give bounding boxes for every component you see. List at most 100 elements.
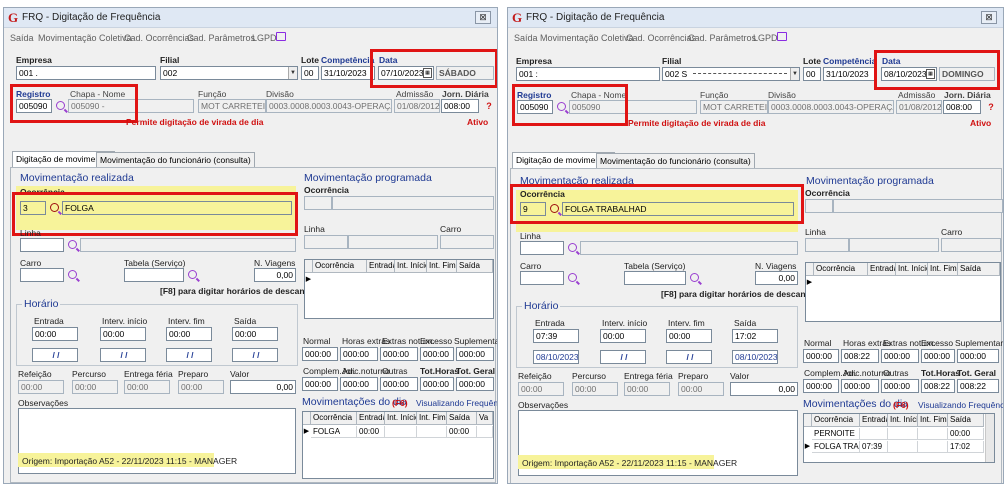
tab-movimentacao-consulta[interactable]: Movimentação do funcionário (consulta)	[96, 152, 255, 168]
menu-movimentacao-coletiva[interactable]: Movimentação Coletiva	[540, 33, 634, 43]
chevron-down-icon[interactable]: ▼	[790, 68, 799, 80]
intini-field[interactable]: 00:00	[100, 327, 146, 341]
filial-select[interactable]: 002 ▼	[160, 66, 298, 80]
intini-field[interactable]: 00:00	[600, 329, 646, 343]
lote-field[interactable]: 00	[301, 66, 319, 80]
empresa-field[interactable]: 001 :	[516, 67, 660, 81]
menu-cad-ocorrencias[interactable]: Cad. Ocorrências	[124, 33, 194, 43]
search-icon[interactable]	[568, 243, 577, 252]
tabela-field[interactable]	[124, 268, 184, 282]
table-cell[interactable]: 00:00	[357, 426, 385, 438]
search-icon[interactable]	[568, 273, 577, 282]
entrada-field[interactable]: 00:00	[32, 327, 78, 341]
intfim-date-field[interactable]: / /	[666, 350, 712, 364]
preparo-field: 00:00	[178, 380, 224, 394]
carro-field[interactable]	[20, 268, 64, 282]
entrada-date-field[interactable]: / /	[32, 348, 78, 362]
menu-movimentacao-coletiva[interactable]: Movimentação Coletiva	[38, 33, 132, 43]
menu-cad-parametros[interactable]: Cad. Parâmetros	[688, 33, 756, 43]
close-button[interactable]: ⊠	[981, 11, 997, 24]
linha-desc-field	[80, 238, 296, 252]
table-cell[interactable]	[888, 428, 918, 440]
table-cell[interactable]	[417, 426, 447, 438]
grid-header: Int. Fim	[918, 414, 948, 427]
lote-field[interactable]: 00	[803, 67, 821, 81]
menu-saida[interactable]: Saída	[514, 33, 538, 43]
entrada-field[interactable]: 07:39	[533, 329, 579, 343]
registro-highlight	[10, 84, 138, 123]
menu-cad-ocorrencias[interactable]: Cad. Ocorrências	[626, 33, 696, 43]
search-icon[interactable]	[690, 273, 699, 282]
nviagens-field[interactable]: 0,00	[755, 271, 798, 285]
saida-date-field[interactable]: / /	[232, 348, 278, 362]
table-cell[interactable]: 07:39	[860, 441, 888, 453]
visualizando-link[interactable]: Visualizando Frequência	[918, 400, 1003, 410]
competencia-field[interactable]: 31/10/2023	[823, 67, 877, 81]
table-cell[interactable]	[477, 426, 493, 438]
menu-cad-parametros[interactable]: Cad. Parâmetros	[187, 33, 255, 43]
intini-date-field[interactable]: / /	[600, 350, 646, 364]
tot-suplementar-field: 000:00	[957, 349, 999, 363]
mov-programada-heading: Movimentação programada	[806, 175, 934, 187]
table-cell[interactable]: FOLGA TRABA	[812, 441, 860, 453]
intini-date-field[interactable]: / /	[100, 348, 146, 362]
grid-indicator-header	[806, 263, 814, 276]
jorn-field[interactable]: 008:00	[441, 99, 479, 113]
jorn-field[interactable]: 008:00	[943, 100, 981, 114]
empresa-field[interactable]: 001 .	[16, 66, 156, 80]
valor-field[interactable]: 0,00	[230, 380, 296, 394]
help-icon[interactable]: ?	[986, 102, 996, 112]
origem-text: Origem: Importação A52 - 22/11/2023 11:1…	[22, 456, 238, 466]
linha-field[interactable]	[520, 241, 564, 255]
lgpd-icon[interactable]	[276, 32, 286, 41]
scrollbar[interactable]	[985, 414, 994, 462]
row-pointer-icon: ▶	[804, 443, 811, 450]
table-cell[interactable]	[918, 441, 948, 453]
help-icon[interactable]: ?	[484, 101, 494, 111]
visualizando-link[interactable]: Visualizando Frequência	[416, 398, 497, 408]
nviagens-field[interactable]: 0,00	[254, 268, 296, 282]
filial-label: Filial	[662, 56, 682, 66]
menu-saida[interactable]: Saída	[10, 33, 34, 43]
table-cell[interactable]: 00:00	[447, 426, 477, 438]
ocorrencia-highlight	[510, 184, 804, 224]
table-cell[interactable]: 17:02	[948, 441, 984, 453]
prog-ocorrencia-code	[805, 199, 833, 213]
preparo-field: 00:00	[678, 382, 724, 396]
tab-movimentacao-consulta[interactable]: Movimentação do funcionário (consulta)	[596, 153, 755, 169]
intfim-field[interactable]: 00:00	[166, 327, 212, 341]
tot-noturn-field: 000:00	[881, 349, 919, 363]
chevron-down-icon[interactable]: ▼	[288, 67, 297, 79]
menu-lgpd[interactable]: LGPD	[252, 33, 277, 43]
table-cell[interactable]: PERNOITE	[812, 428, 860, 440]
entrada-date-field[interactable]: 08/10/2023	[533, 350, 579, 364]
grid-header: Entrada	[357, 412, 385, 425]
search-icon[interactable]	[188, 270, 197, 279]
filial-select[interactable]: 002 S ▼	[662, 67, 800, 81]
saida-date-field[interactable]: 08/10/2023	[732, 350, 778, 364]
intfim-field[interactable]: 00:00	[666, 329, 712, 343]
close-button[interactable]: ⊠	[475, 11, 491, 24]
lgpd-icon[interactable]	[777, 32, 787, 41]
valor-field[interactable]: 0,00	[730, 382, 798, 396]
menu-lgpd[interactable]: LGPD	[753, 33, 778, 43]
saida-field[interactable]: 17:02	[732, 329, 778, 343]
grid-header: Int. Fim	[417, 412, 447, 425]
table-cell[interactable]	[918, 428, 948, 440]
linha-field[interactable]	[20, 238, 64, 252]
entrega-field: 00:00	[124, 380, 170, 394]
intfim-date-field[interactable]: / /	[166, 348, 212, 362]
table-cell[interactable]	[888, 441, 918, 453]
table-cell[interactable]: FOLGA	[311, 426, 357, 438]
table-cell[interactable]	[385, 426, 417, 438]
grid-header: Entrada	[868, 263, 896, 276]
table-cell[interactable]	[860, 428, 888, 440]
search-icon[interactable]	[68, 240, 77, 249]
carro-field[interactable]	[520, 271, 564, 285]
saida-field[interactable]: 00:00	[232, 327, 278, 341]
tot-adicnot-field: 000:00	[340, 377, 378, 391]
search-icon[interactable]	[68, 270, 77, 279]
table-cell[interactable]: 00:00	[948, 428, 984, 440]
competencia-field[interactable]: 31/10/2023	[321, 66, 375, 80]
tabela-field[interactable]	[624, 271, 686, 285]
